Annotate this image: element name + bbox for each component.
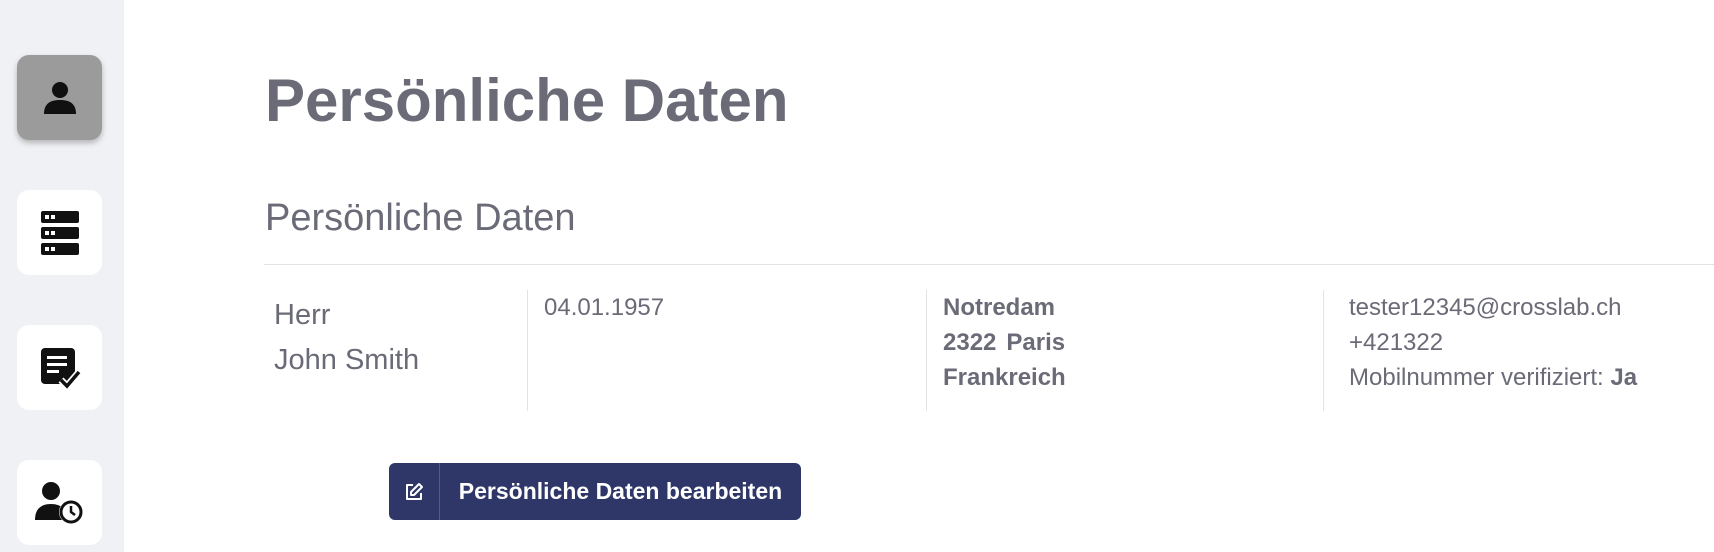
nav-personal-data[interactable] <box>17 55 102 140</box>
country: Frankreich <box>943 364 1066 391</box>
nav-history[interactable] <box>17 460 102 545</box>
nav-data-overview[interactable] <box>17 190 102 275</box>
section-divider <box>264 264 1714 265</box>
nav-documents[interactable] <box>17 325 102 410</box>
sidebar <box>0 0 124 552</box>
street: Notredam <box>943 294 1056 321</box>
page-title: Persönliche Daten <box>265 67 789 134</box>
main-content: Persönliche Daten Persönliche Daten Herr… <box>124 0 1714 552</box>
zip: 2322 <box>943 329 997 356</box>
edit-icon <box>406 482 423 500</box>
city: Paris <box>1006 329 1066 356</box>
edit-personal-data-button[interactable]: Persönliche Daten bearbeiten <box>389 463 801 520</box>
birthdate-column: 04.01.1957 <box>527 290 926 411</box>
edit-icon-wrapper <box>389 463 440 520</box>
section-title: Persönliche Daten <box>265 197 576 239</box>
address-column: Notredam 2322 Paris Frankreich <box>926 290 1324 411</box>
zip-city: 2322 Paris <box>943 325 1324 360</box>
birthdate: 04.01.1957 <box>544 294 665 321</box>
mobile-verified-value: Ja <box>1610 364 1638 391</box>
server-stack-icon <box>40 210 79 255</box>
person-icon <box>43 81 76 114</box>
user-clock-icon <box>34 481 83 524</box>
phone: +421322 <box>1349 329 1444 356</box>
document-check-icon <box>40 347 81 390</box>
mobile-verified: Mobilnummer verifiziert: Ja <box>1349 360 1714 395</box>
mobile-verified-label: Mobilnummer verifiziert: <box>1349 364 1604 391</box>
email: tester12345@crosslab.ch <box>1349 294 1622 321</box>
edit-button-label: Persönliche Daten bearbeiten <box>458 478 783 504</box>
contact-column: tester12345@crosslab.ch +421322 Mobilnum… <box>1323 290 1714 411</box>
